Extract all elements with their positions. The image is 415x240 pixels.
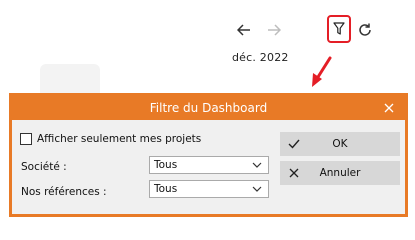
dialog-content: Afficher seulement mes projets Société :… xyxy=(12,120,405,214)
cancel-button[interactable]: Annuler xyxy=(280,161,400,185)
checkmark-icon xyxy=(286,136,302,152)
dialog-titlebar: Filtre du Dashboard xyxy=(12,96,405,120)
top-toolbar: déc. 2022 xyxy=(0,0,415,92)
only-my-projects-checkbox[interactable] xyxy=(20,133,32,145)
references-select[interactable]: Tous xyxy=(149,180,269,198)
references-label: Nos références : xyxy=(21,186,107,198)
references-select-value: Tous xyxy=(154,183,178,195)
close-x-icon xyxy=(286,165,302,181)
back-arrow-icon[interactable] xyxy=(233,19,255,41)
close-icon[interactable] xyxy=(379,98,399,118)
societe-select-value: Tous xyxy=(154,159,178,171)
forward-arrow-icon[interactable] xyxy=(263,19,285,41)
dashboard-filter-dialog: Filtre du Dashboard Afficher seulement m… xyxy=(9,93,408,217)
filter-funnel-icon[interactable] xyxy=(327,15,351,43)
chevron-down-icon xyxy=(252,162,262,168)
current-month-label: déc. 2022 xyxy=(232,51,289,64)
ok-button-label: OK xyxy=(332,138,348,150)
societe-select[interactable]: Tous xyxy=(149,156,269,174)
dialog-title: Filtre du Dashboard xyxy=(149,101,268,115)
ok-button[interactable]: OK xyxy=(280,132,400,156)
refresh-icon[interactable] xyxy=(356,20,374,40)
only-my-projects-option[interactable]: Afficher seulement mes projets xyxy=(20,133,201,145)
societe-label: Société : xyxy=(21,161,67,173)
cancel-button-label: Annuler xyxy=(319,167,361,179)
only-my-projects-label: Afficher seulement mes projets xyxy=(37,133,202,145)
chevron-down-icon xyxy=(252,186,262,192)
